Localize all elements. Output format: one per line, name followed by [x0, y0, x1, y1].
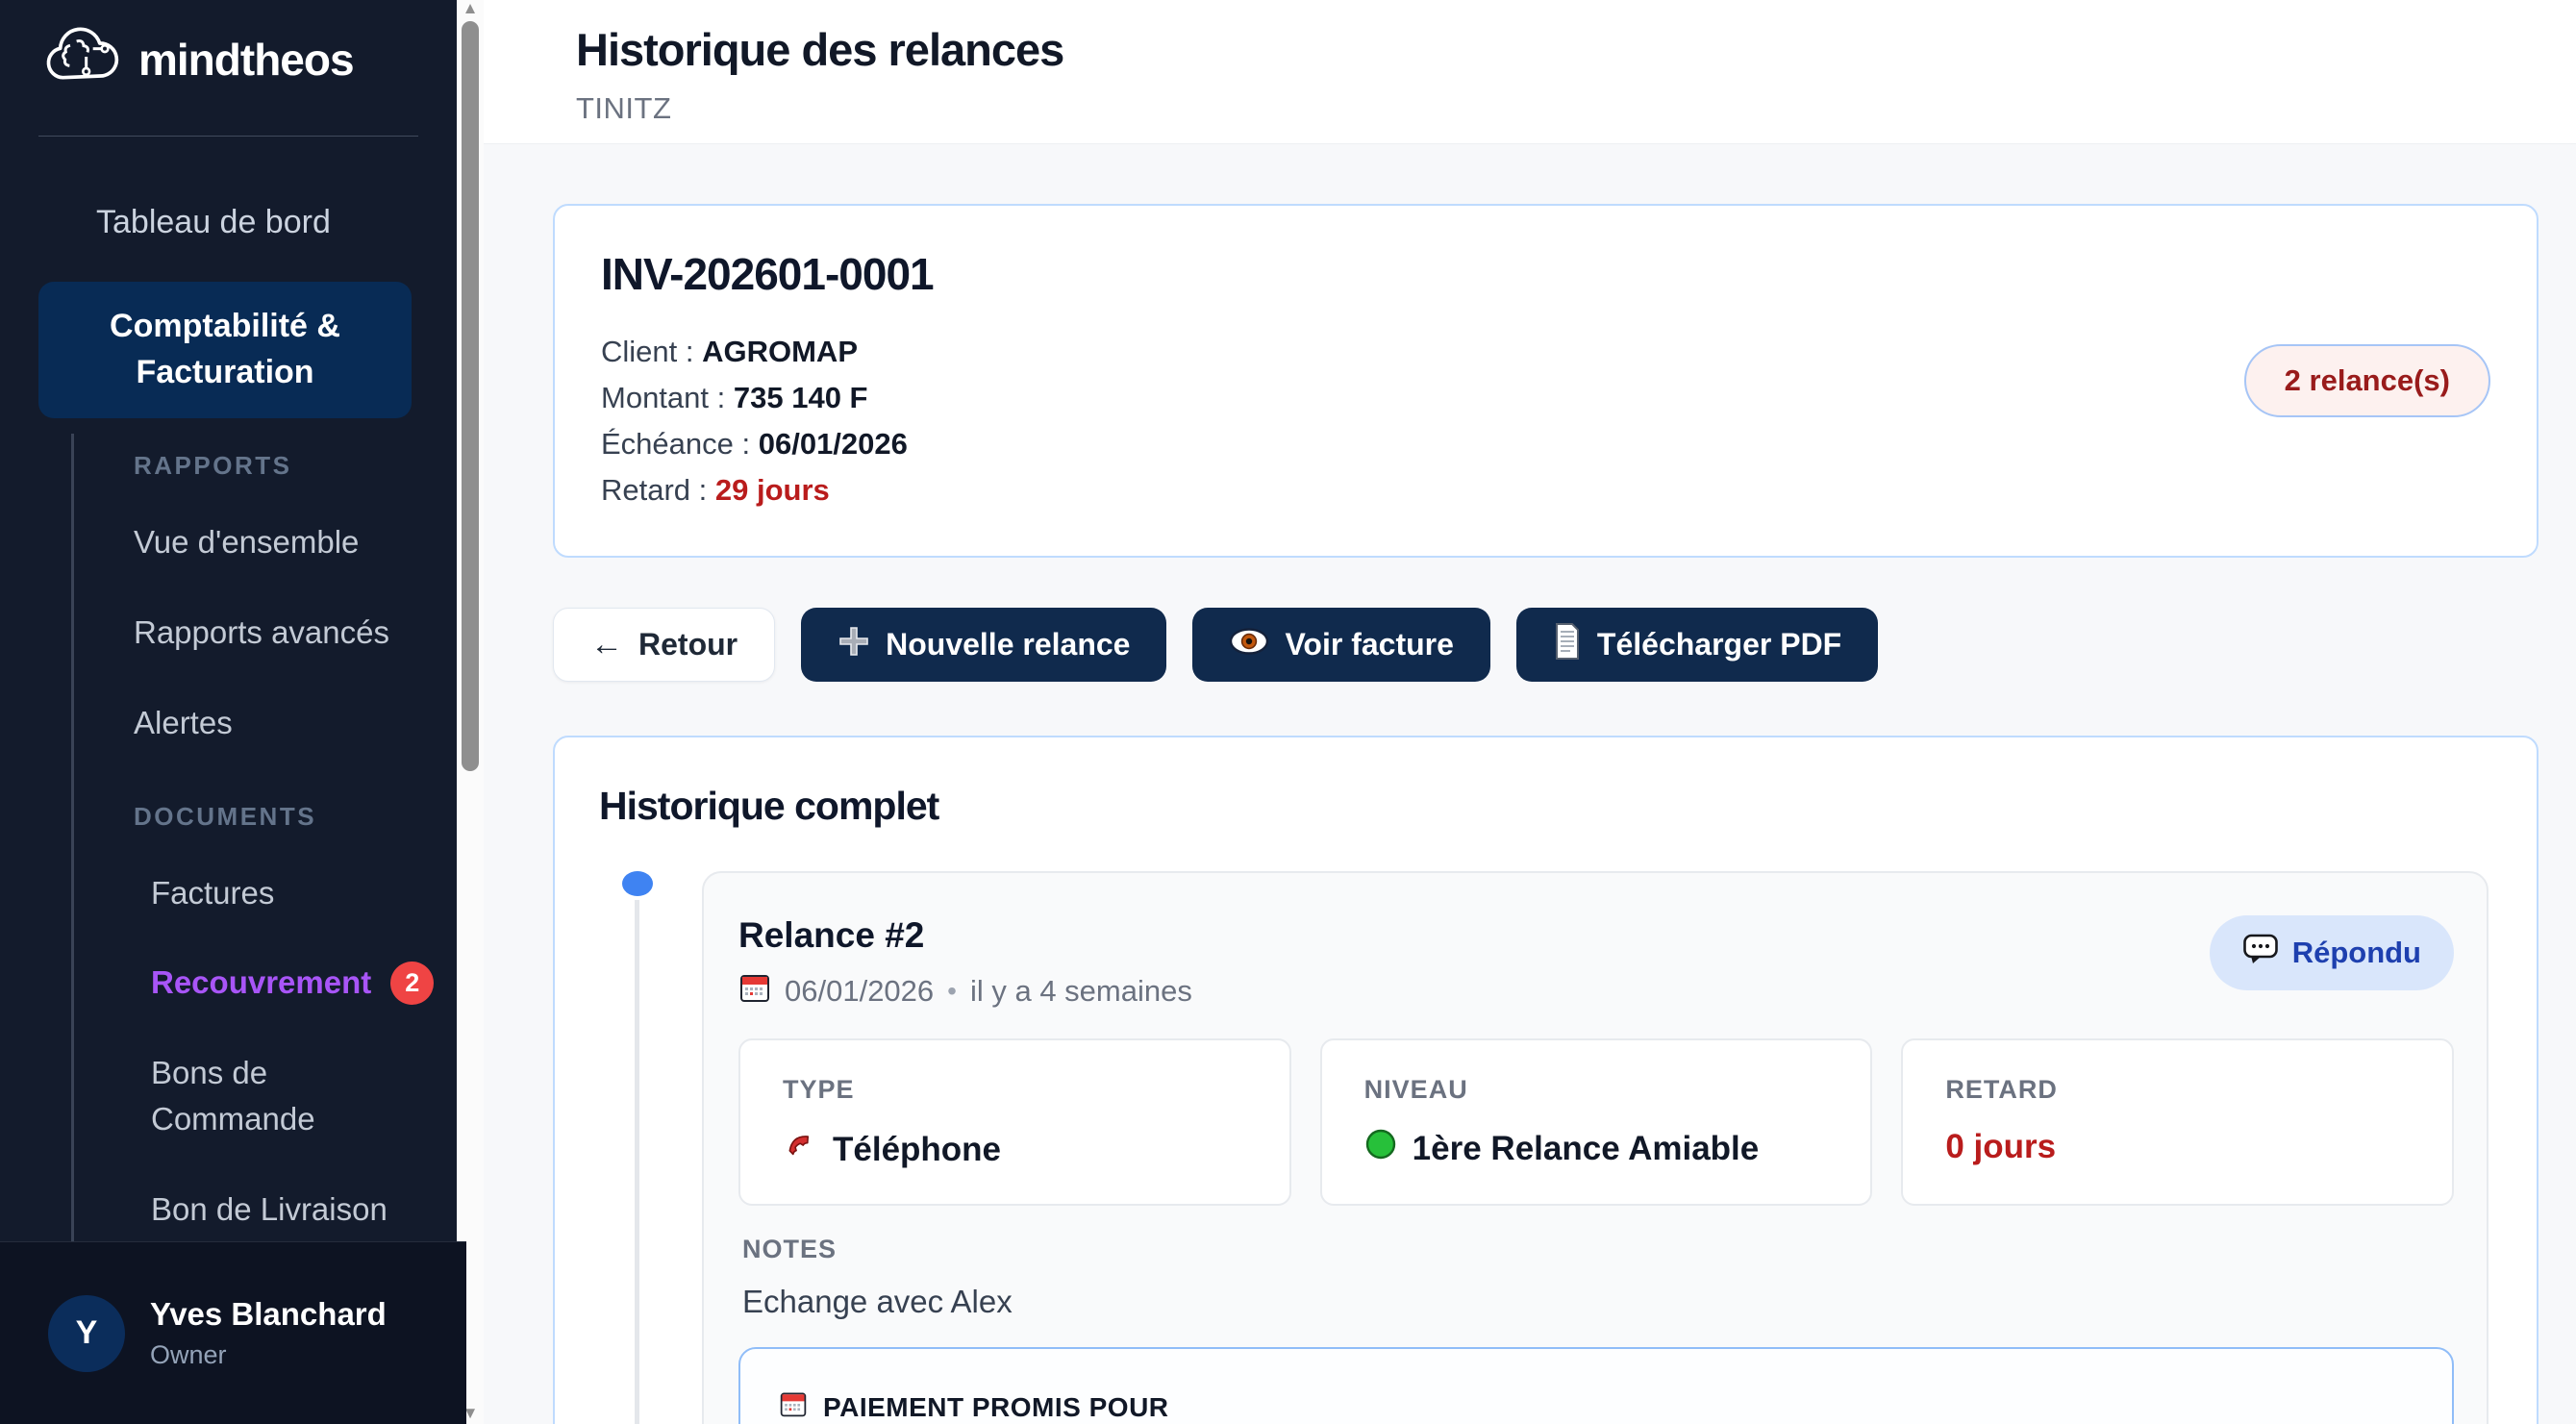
type-box: TYPE Téléphone [738, 1038, 1291, 1206]
payment-promise-box: PAIEMENT PROMIS POUR 07/01/2026 [738, 1347, 2454, 1424]
plus-icon [838, 625, 870, 665]
timeline-line [635, 900, 639, 1424]
sidebar-item-bon-de-livraison[interactable]: Bon de Livraison [134, 1187, 430, 1233]
field-label: Échéance : [601, 427, 750, 461]
level-box: NIVEAU 1ère Relance Amiable [1320, 1038, 1873, 1206]
invoice-client-line: Client : AGROMAP [601, 329, 934, 375]
type-value-text: Téléphone [833, 1131, 1001, 1169]
dot-separator: • [947, 976, 957, 1007]
invoice-amount-line: Montant : 735 140 F [601, 375, 934, 421]
sidebar-nav-group: RAPPORTS Vue d'ensemble Rapports avancés… [71, 434, 457, 1377]
user-role: Owner [150, 1340, 387, 1370]
info-boxes-row: TYPE Téléphone [738, 1038, 2454, 1206]
notes-label: NOTES [742, 1235, 2454, 1264]
sidebar-item-recouvrement[interactable]: Recouvrement 2 [134, 960, 430, 1006]
type-label: TYPE [783, 1075, 1247, 1105]
field-value-delay: 29 jours [715, 473, 830, 507]
main-content: Historique des relances TINITZ INV-20260… [484, 0, 2576, 1424]
back-button-label: Retour [638, 627, 738, 662]
sidebar-item-bons-de-commande[interactable]: Bons de Commande [134, 1050, 430, 1142]
logo-text: mindtheos [138, 34, 354, 86]
status-badge-repondu: Répondu [2210, 915, 2454, 990]
arrow-left-icon: ← [590, 626, 623, 663]
view-invoice-button[interactable]: Voir facture [1192, 608, 1489, 682]
level-value-text: 1ère Relance Amiable [1413, 1130, 1760, 1168]
delay-value: 0 jours [1945, 1128, 2410, 1166]
eye-icon [1229, 627, 1269, 663]
section-label-rapports: RAPPORTS [134, 451, 457, 481]
promise-label: PAIEMENT PROMIS POUR [823, 1392, 1169, 1423]
relance-count-badge: 2 relance(s) [2244, 344, 2490, 417]
sidebar: mindtheos Tableau de bord Comptabilité &… [0, 0, 457, 1424]
history-card: Historique complet Relance #2 [553, 736, 2538, 1424]
status-badge-label: Répondu [2292, 936, 2421, 970]
speech-bubble-icon [2242, 933, 2279, 973]
field-label: Client : [601, 335, 693, 368]
sidebar-item-dashboard[interactable]: Tableau de bord [0, 204, 457, 241]
invoice-summary-card: INV-202601-0001 Client : AGROMAP Montant… [553, 204, 2538, 558]
document-icon [1553, 622, 1582, 668]
relance-header: Relance #2 [738, 915, 2454, 1012]
page-subtitle: TINITZ [576, 91, 2576, 126]
page-header: Historique des relances TINITZ [484, 0, 2576, 144]
content-area: INV-202601-0001 Client : AGROMAP Montant… [484, 144, 2576, 1424]
delay-label: RETARD [1945, 1075, 2410, 1105]
type-value: Téléphone [783, 1128, 1247, 1171]
green-circle-icon [1364, 1128, 1397, 1169]
actions-row: ← Retour Nouvelle relance [553, 608, 2538, 682]
field-label: Retard : [601, 473, 707, 507]
invoice-delay-line: Retard : 29 jours [601, 467, 934, 513]
download-pdf-button[interactable]: Télécharger PDF [1516, 608, 1878, 682]
sidebar-item-vue-densemble[interactable]: Vue d'ensemble [134, 519, 413, 565]
invoice-details: INV-202601-0001 Client : AGROMAP Montant… [601, 248, 934, 513]
level-label: NIVEAU [1364, 1075, 1829, 1105]
user-profile[interactable]: Y Yves Blanchard Owner [0, 1241, 466, 1424]
calendar-icon [738, 971, 771, 1012]
field-value: AGROMAP [702, 335, 858, 368]
back-button[interactable]: ← Retour [553, 608, 775, 682]
new-relance-button-label: Nouvelle relance [886, 627, 1130, 662]
view-invoice-button-label: Voir facture [1285, 627, 1453, 662]
calendar-icon [779, 1389, 808, 1424]
sidebar-item-rapports-avances[interactable]: Rapports avancés [134, 610, 413, 656]
timeline-row: Relance #2 [593, 871, 2488, 1424]
sidebar-scrollbar[interactable]: ▲ ▼ [457, 0, 484, 1424]
timeline [622, 871, 653, 1424]
new-relance-button[interactable]: Nouvelle relance [801, 608, 1166, 682]
delay-box: RETARD 0 jours [1901, 1038, 2454, 1206]
relance-title: Relance #2 [738, 915, 1192, 956]
phone-icon [783, 1128, 817, 1171]
relance-date-row: 06/01/2026 • il y a 4 semaines [738, 971, 1192, 1012]
invoice-due-line: Échéance : 06/01/2026 [601, 421, 934, 467]
promise-label-row: PAIEMENT PROMIS POUR [779, 1389, 2413, 1424]
relance-relative-time: il y a 4 semaines [970, 974, 1192, 1009]
sidebar-item-label: Recouvrement [151, 960, 371, 1006]
field-value: 735 140 F [734, 381, 868, 414]
sidebar-nav: Tableau de bord Comptabilité & Facturati… [0, 137, 457, 1377]
user-name: Yves Blanchard [150, 1296, 387, 1333]
sidebar-item-comptabilite-facturation[interactable]: Comptabilité & Facturation [38, 282, 412, 418]
level-value: 1ère Relance Amiable [1364, 1128, 1829, 1169]
field-value: 06/01/2026 [759, 427, 908, 461]
sidebar-item-alertes[interactable]: Alertes [134, 700, 413, 746]
history-title: Historique complet [593, 784, 2488, 829]
recouvrement-count-badge: 2 [390, 962, 434, 1005]
sidebar-item-factures[interactable]: Factures [134, 870, 430, 916]
relance-date: 06/01/2026 [785, 974, 934, 1009]
logo[interactable]: mindtheos [0, 0, 457, 97]
scroll-up-arrow-icon[interactable]: ▲ [457, 0, 484, 17]
field-label: Montant : [601, 381, 725, 414]
relance-entry-card: Relance #2 [702, 871, 2488, 1424]
section-label-documents: DOCUMENTS [134, 802, 457, 832]
invoice-number: INV-202601-0001 [601, 248, 934, 300]
avatar: Y [48, 1295, 125, 1372]
timeline-dot [622, 871, 653, 896]
notes-block: NOTES Echange avec Alex [738, 1235, 2454, 1320]
scrollbar-thumb[interactable] [462, 21, 479, 771]
page-title: Historique des relances [576, 23, 2576, 76]
brain-cloud-icon [37, 21, 133, 97]
download-pdf-button-label: Télécharger PDF [1597, 627, 1841, 662]
notes-text: Echange avec Alex [742, 1284, 2454, 1320]
